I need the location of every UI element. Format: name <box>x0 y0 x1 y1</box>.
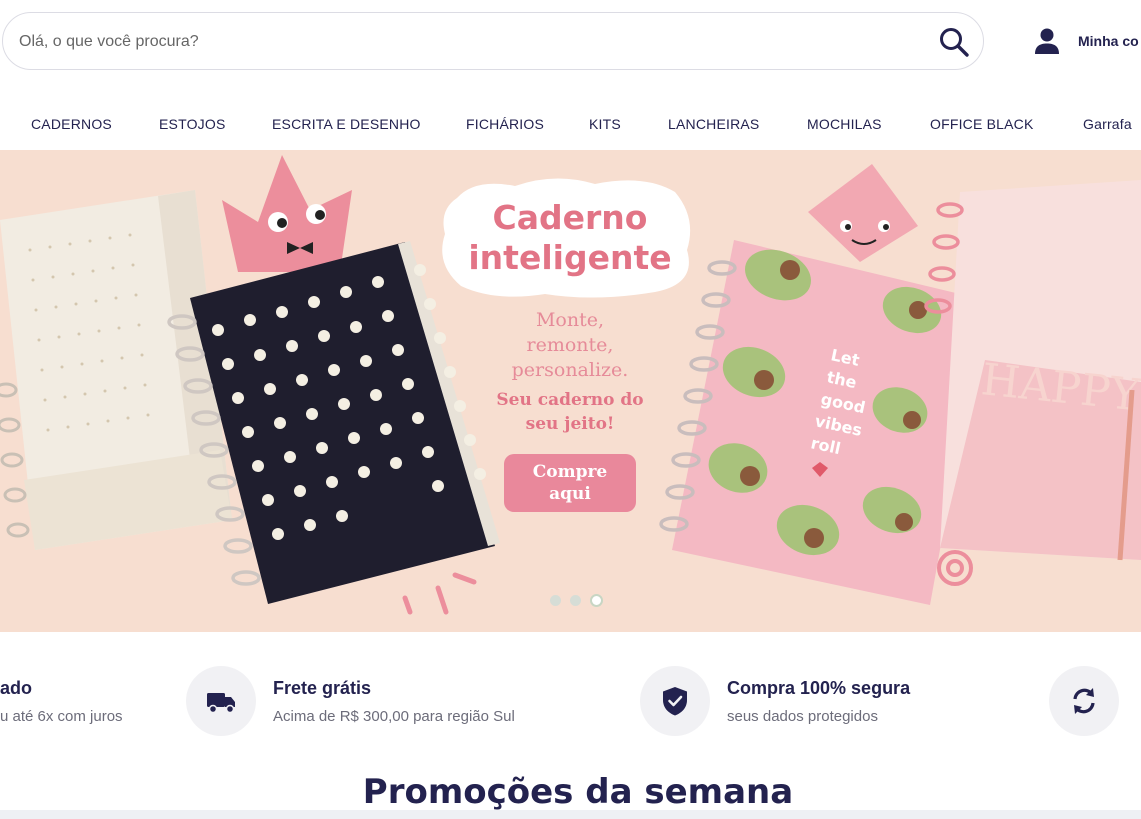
user-icon <box>1035 28 1059 54</box>
banner-subtitle: Monte, remonte, personalize. <box>480 308 660 383</box>
diamond-character <box>808 164 918 262</box>
headline-line-2: inteligente <box>468 238 672 277</box>
feature-title-payment: ado <box>0 678 33 698</box>
truck-icon <box>207 693 235 714</box>
feature-icon-exchange <box>1049 666 1119 736</box>
banner-headline: Caderno inteligente <box>452 198 688 278</box>
page: Minha co CADERNOS ESTOJOS ESCRITA E DESE… <box>0 0 1141 819</box>
crown-character <box>222 155 352 272</box>
features-strip: ado u até 6x com juros Frete grátis Acim… <box>0 632 1141 762</box>
feature-desc-security: seus dados protegidos <box>727 708 878 725</box>
carousel-dot-3[interactable] <box>590 594 603 607</box>
nav-item-garrafa[interactable]: Garrafa <box>1083 116 1132 132</box>
nav-item-lancheiras[interactable]: LANCHEIRAS <box>668 116 759 132</box>
nav-item-ficharios[interactable]: FICHÁRIOS <box>466 116 544 132</box>
feature-desc-payment: u até 6x com juros <box>0 708 123 725</box>
notebook-avocado: Let the good vibes roll <box>659 240 985 605</box>
swirl-decoration <box>937 550 973 586</box>
cta-line-2: aqui <box>549 484 591 504</box>
subtitle-line-2: remonte, <box>526 334 614 356</box>
category-nav: CADERNOS ESTOJOS ESCRITA E DESENHO FICHÁ… <box>0 100 1141 148</box>
shield-check-icon <box>663 687 687 716</box>
refresh-icon <box>1073 688 1095 714</box>
hero-banner[interactable]: Let the good vibes roll HAPPY Caderno in… <box>0 150 1141 632</box>
account-label: Minha co <box>1078 33 1139 49</box>
search-button[interactable] <box>937 25 971 59</box>
banner-tagline: Seu caderno do seu jeito! <box>478 388 662 436</box>
feature-title-security: Compra 100% segura <box>727 678 911 698</box>
feature-title-shipping: Frete grátis <box>273 678 372 698</box>
subtitle-line-3: personalize. <box>511 359 629 381</box>
carousel-dot-2[interactable] <box>570 595 581 606</box>
headline-line-1: Caderno <box>492 198 648 237</box>
carousel-dots <box>550 594 603 607</box>
nav-item-escrita-e-desenho[interactable]: ESCRITA E DESENHO <box>272 116 421 132</box>
tagline-line-1: Seu caderno do <box>496 390 644 410</box>
nav-item-kits[interactable]: KITS <box>589 116 621 132</box>
notebook-happy: HAPPY <box>924 180 1141 561</box>
tagline-line-2: seu jeito! <box>525 414 615 434</box>
subtitle-line-1: Monte, <box>535 309 605 331</box>
bottom-strip <box>0 810 1141 819</box>
cta-line-1: Compre <box>532 462 608 482</box>
section-title-promocoes: Promoções da semana <box>362 772 794 812</box>
header: Minha co <box>0 0 1141 86</box>
nav-item-office-black[interactable]: OFFICE BLACK <box>930 116 1034 132</box>
notebook-lovely-cream <box>0 190 232 550</box>
search-icon <box>940 28 969 57</box>
nav-item-cadernos[interactable]: CADERNOS <box>31 116 112 132</box>
search-bar <box>2 12 984 70</box>
nav-item-estojos[interactable]: ESTOJOS <box>159 116 226 132</box>
banner-cta-button[interactable]: Compre aqui <box>504 454 636 512</box>
nav-item-mochilas[interactable]: MOCHILAS <box>807 116 882 132</box>
search-input[interactable] <box>19 30 919 54</box>
carousel-dot-1[interactable] <box>550 595 561 606</box>
feature-icon-shipping <box>186 666 256 736</box>
feature-icon-security <box>640 666 710 736</box>
account-link[interactable]: Minha co <box>1032 26 1139 56</box>
feature-desc-shipping: Acima de R$ 300,00 para região Sul <box>273 708 515 725</box>
